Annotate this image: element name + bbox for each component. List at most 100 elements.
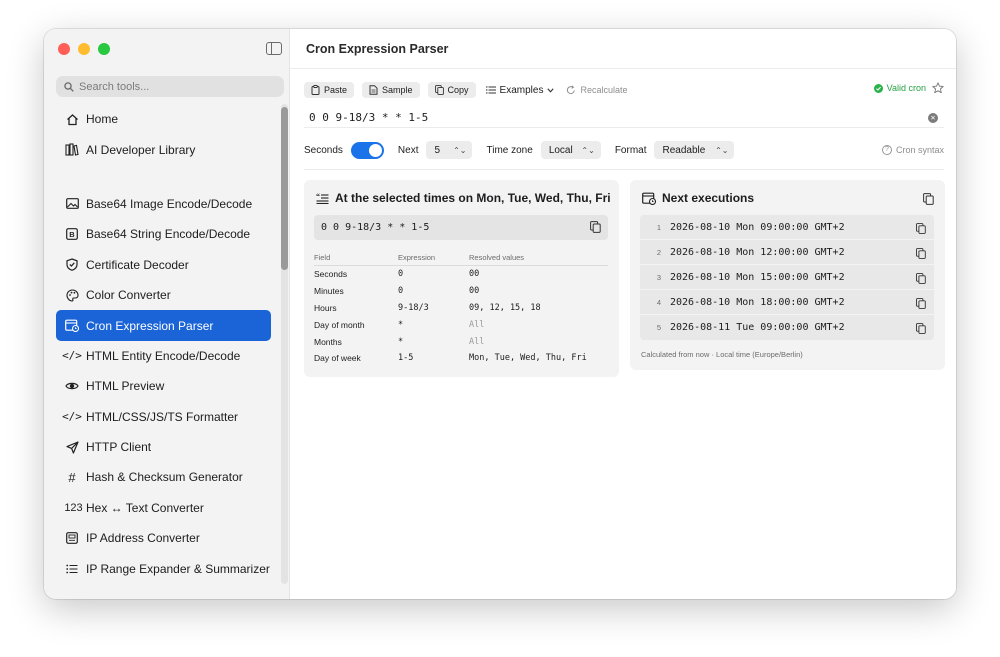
examples-menu[interactable]: Examples xyxy=(484,85,557,96)
divider xyxy=(304,169,944,170)
sidebar-item-base64-string[interactable]: B Base64 String Encode/Decode xyxy=(56,219,271,249)
sidebar-item-ip-address[interactable]: IP Address Converter xyxy=(56,523,271,553)
search-input[interactable] xyxy=(79,80,269,93)
executions-title: Next executions xyxy=(642,191,754,205)
window-controls xyxy=(58,43,110,55)
sidebar-item-html-preview[interactable]: HTML Preview xyxy=(56,371,271,401)
sidebar-item-certificate-decoder[interactable]: Certificate Decoder xyxy=(56,250,271,280)
paste-button[interactable]: Paste xyxy=(304,82,355,98)
row-expression: 0 xyxy=(398,269,404,280)
next-label: Next xyxy=(397,144,419,156)
sidebar-item-base64-image[interactable]: Base64 Image Encode/Decode xyxy=(56,189,271,219)
copy-icon[interactable] xyxy=(916,271,926,289)
execution-index: 2 xyxy=(656,247,662,257)
sidebar-item-html-entity[interactable]: </> HTML Entity Encode/Decode xyxy=(56,341,271,371)
zoom-window-button[interactable] xyxy=(98,43,110,55)
sidebar-item-http-client[interactable]: HTTP Client xyxy=(56,432,271,462)
sidebar-item-hash-checksum[interactable]: # Hash & Checksum Generator xyxy=(56,462,271,492)
sidebar-item-ip-range[interactable]: IP Range Expander & Summarizer xyxy=(56,553,271,583)
sample-button[interactable]: Sample xyxy=(362,82,420,98)
sidebar-item-color-converter[interactable]: Color Converter xyxy=(56,280,271,310)
ip-box-icon xyxy=(64,530,80,546)
next-count-select[interactable]: 5 ⌃⌄ xyxy=(426,141,473,159)
table-row: Seconds 0 00 xyxy=(314,266,608,283)
timezone-select[interactable]: Local ⌃⌄ xyxy=(540,141,601,159)
cron-expression-input[interactable]: 0 0 9-18/3 * * 1-5 ✕ xyxy=(304,108,944,128)
clear-icon[interactable]: ✕ xyxy=(928,113,938,123)
row-expression: * xyxy=(398,319,404,330)
row-field: Minutes xyxy=(314,286,344,297)
list-icon xyxy=(64,561,80,577)
list-item: 3 2026-08-10 Mon 15:00:00 GMT+2 xyxy=(640,265,934,290)
format-label: Format xyxy=(614,144,647,156)
summary-expression: 0 0 9-18/3 * * 1-5 xyxy=(314,215,608,240)
timezone-label: Time zone xyxy=(486,144,533,156)
copy-icon[interactable] xyxy=(916,221,926,239)
paper-plane-icon xyxy=(64,439,80,455)
execution-time: 2026-08-10 Mon 15:00:00 GMT+2 xyxy=(670,271,845,283)
copy-all-icon[interactable] xyxy=(923,192,934,210)
summary-title: “ At the selected times on Mon, Tue, Wed… xyxy=(316,191,611,205)
b-box-icon: B xyxy=(64,226,80,242)
list-item: 2 2026-08-10 Mon 12:00:00 GMT+2 xyxy=(640,240,934,265)
copy-icon[interactable] xyxy=(590,221,601,236)
row-values: 00 xyxy=(469,269,480,280)
app-window: Home AI Developer Library Base64 Image E… xyxy=(44,29,956,599)
cron-syntax-help[interactable]: ? Cron syntax xyxy=(881,145,944,155)
chevron-down-icon xyxy=(547,87,555,93)
fields-table: Field Expression Resolved values Seconds… xyxy=(314,250,608,367)
favorite-star-icon[interactable] xyxy=(932,81,944,99)
header-expression: Expression xyxy=(398,253,436,262)
sidebar-item-formatter[interactable]: </> HTML/CSS/JS/TS Formatter xyxy=(56,402,271,432)
sidebar: Home AI Developer Library Base64 Image E… xyxy=(44,29,290,599)
execution-index: 5 xyxy=(656,323,662,332)
copy-icon[interactable] xyxy=(916,246,926,264)
sidebar-item-home[interactable]: Home xyxy=(56,104,271,134)
format-select[interactable]: Readable ⌃⌄ xyxy=(654,141,735,159)
copy-label: Copy xyxy=(447,85,469,95)
seconds-toggle[interactable] xyxy=(350,141,384,159)
copy-button[interactable]: Copy xyxy=(427,82,476,98)
close-window-button[interactable] xyxy=(58,43,70,55)
code-brackets-icon: </> xyxy=(62,410,82,424)
paste-label: Paste xyxy=(324,85,348,95)
check-circle-icon xyxy=(873,83,883,93)
table-row: Minutes 0 00 xyxy=(314,283,608,300)
row-field: Seconds xyxy=(314,269,348,280)
svg-text:B: B xyxy=(69,230,75,239)
quote-list-icon: “ xyxy=(316,193,329,204)
summary-expression-value: 0 0 9-18/3 * * 1-5 xyxy=(321,222,430,233)
header-field: Field xyxy=(314,253,331,262)
sidebar-item-label: Cron Expression Parser xyxy=(86,318,214,333)
sidebar-toggle-icon[interactable] xyxy=(266,42,282,55)
copy-icon[interactable] xyxy=(916,296,926,314)
sidebar-item-hex-text[interactable]: 123 Hex ↔ Text Converter xyxy=(56,493,271,523)
house-icon xyxy=(64,111,80,127)
numbers-icon: 123 xyxy=(64,501,83,514)
question-circle-icon: ? xyxy=(881,145,892,155)
sidebar-item-cron-expression-parser[interactable]: Cron Expression Parser xyxy=(56,310,271,341)
sidebar-item-label: Base64 String Encode/Decode xyxy=(86,227,251,242)
minimize-window-button[interactable] xyxy=(78,43,90,55)
sidebar-scrollbar[interactable] xyxy=(281,104,288,584)
execution-time: 2026-08-10 Mon 12:00:00 GMT+2 xyxy=(670,246,845,258)
sidebar-item-label: Base64 Image Encode/Decode xyxy=(86,196,253,211)
execution-index: 3 xyxy=(656,272,662,282)
executions-title-text: Next executions xyxy=(662,191,755,205)
row-field: Day of month xyxy=(314,319,365,330)
list-item: 4 2026-08-10 Mon 18:00:00 GMT+2 xyxy=(640,290,934,315)
sidebar-item-ai-developer-library[interactable]: AI Developer Library xyxy=(56,134,271,164)
recalculate-button[interactable]: Recalculate xyxy=(564,85,629,95)
table-row: Months * All xyxy=(314,333,608,350)
examples-label: Examples xyxy=(499,84,544,96)
scrollbar-thumb[interactable] xyxy=(281,107,288,270)
copy-icon xyxy=(434,85,444,95)
sample-label: Sample xyxy=(382,85,413,95)
search-box[interactable] xyxy=(56,76,284,97)
execution-index: 4 xyxy=(656,297,662,307)
table-row: Hours 9-18/3 09, 12, 15, 18 xyxy=(314,300,608,317)
svg-text:“: “ xyxy=(316,193,320,201)
copy-icon[interactable] xyxy=(916,321,926,339)
sidebar-item-label: AI Developer Library xyxy=(86,142,196,157)
sidebar-item-label: HTTP Client xyxy=(86,440,152,455)
